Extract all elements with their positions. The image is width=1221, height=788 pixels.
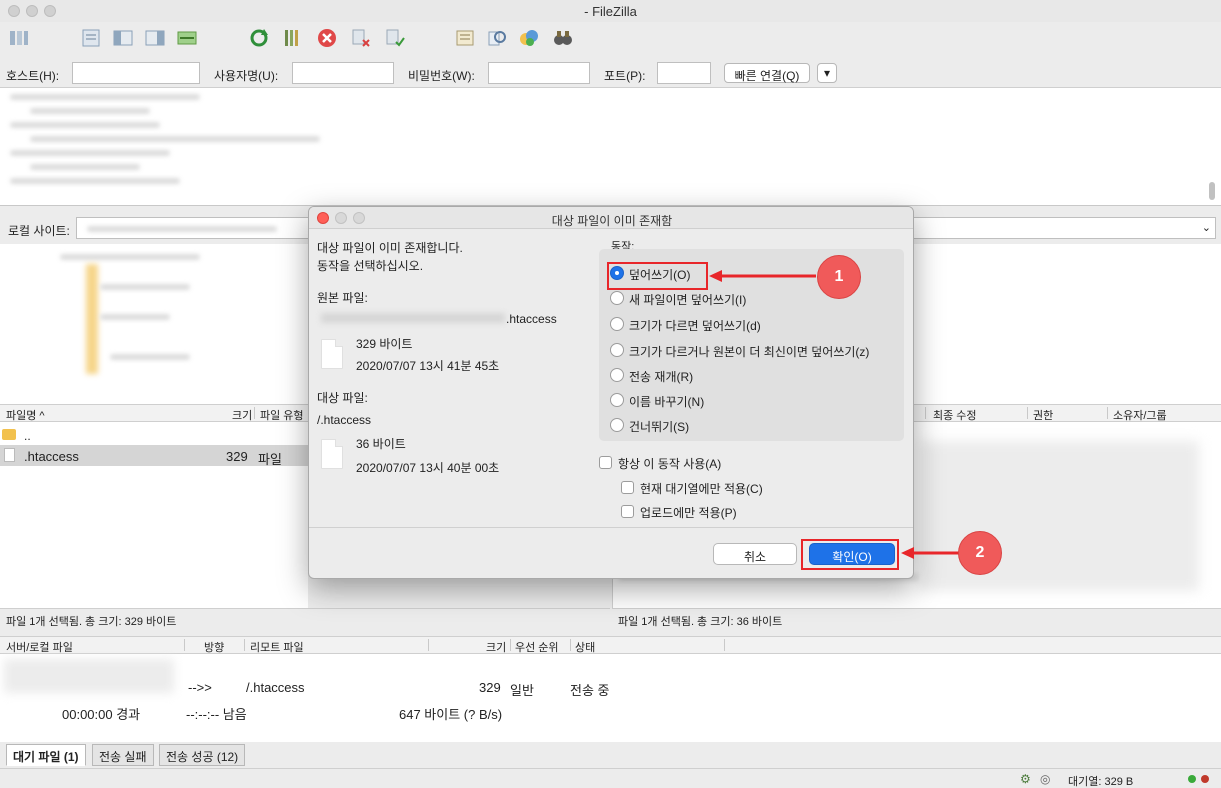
step-2-badge: 2: [958, 531, 1002, 575]
step-1-badge: 1: [817, 255, 861, 299]
annotation-arrows: [709, 270, 960, 559]
